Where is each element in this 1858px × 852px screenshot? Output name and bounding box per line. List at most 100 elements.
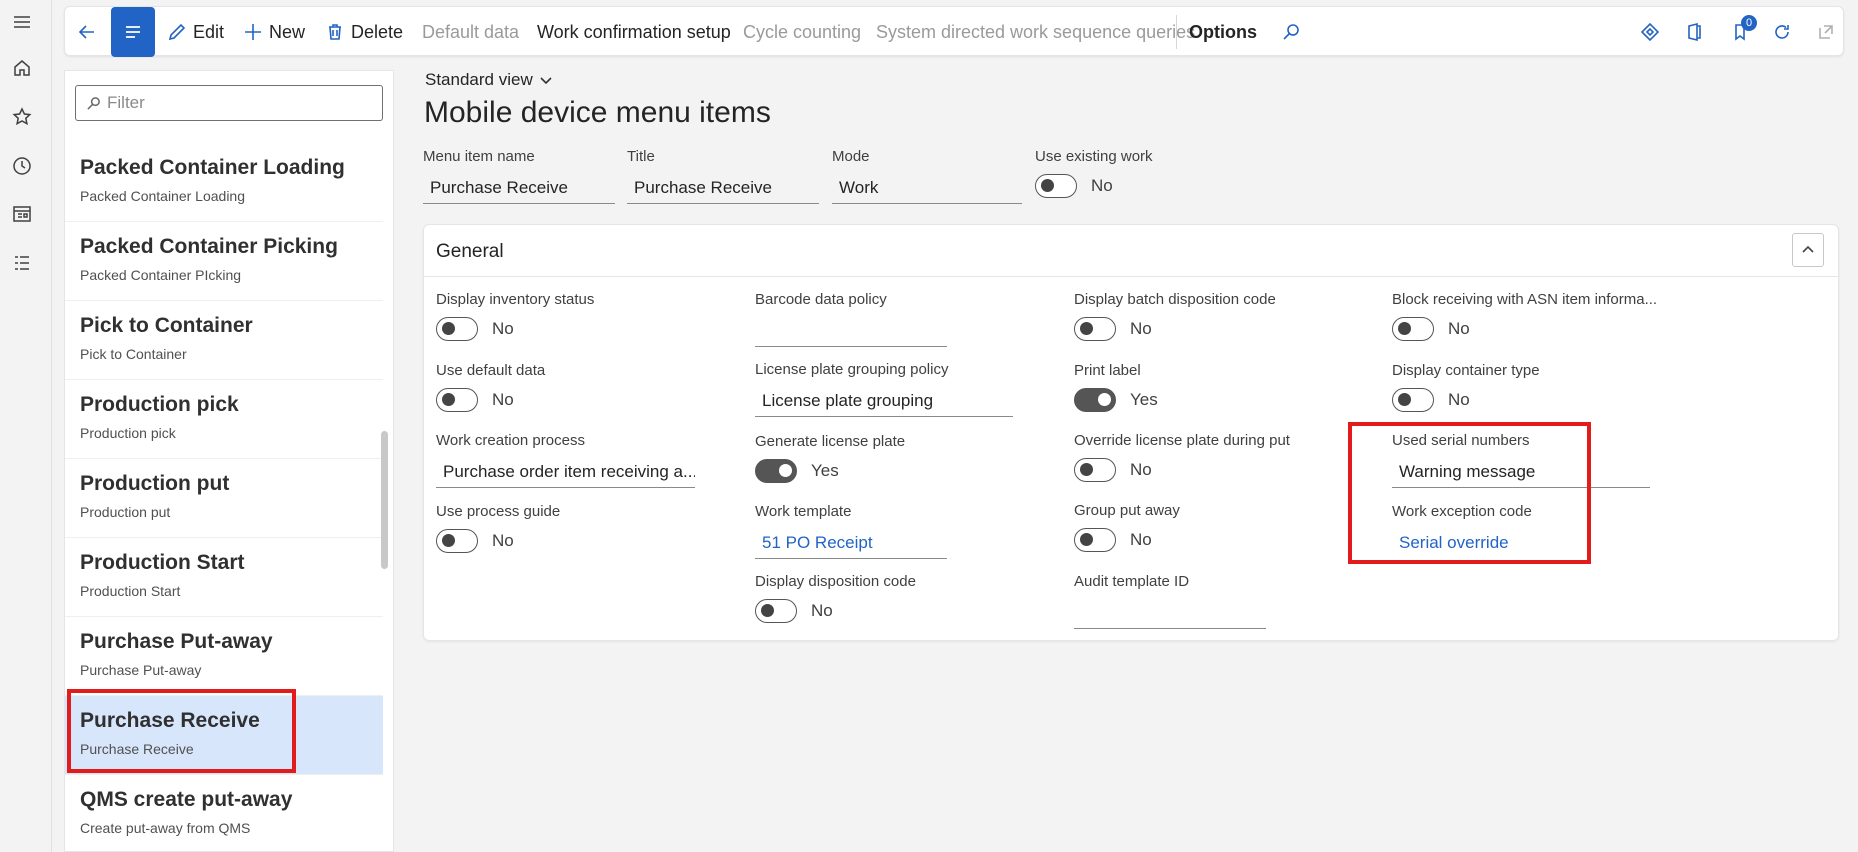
use-process-guide-field: Use process guide No bbox=[436, 503, 696, 553]
list-item[interactable]: Purchase Put-away Purchase Put-away bbox=[65, 617, 383, 696]
block-receiving-asn-toggle[interactable] bbox=[1392, 317, 1434, 341]
list-item-title: Purchase Put-away bbox=[80, 630, 273, 653]
list-item[interactable]: Packed Container Picking Packed Containe… bbox=[65, 222, 383, 301]
toggle-value: No bbox=[492, 319, 514, 338]
toggle-value: No bbox=[1130, 319, 1152, 338]
display-disposition-code-field: Display disposition code No bbox=[755, 573, 1015, 623]
display-container-type-field: Display container type No bbox=[1392, 362, 1652, 412]
home-icon[interactable] bbox=[11, 57, 33, 79]
mode-field: Mode Work bbox=[832, 148, 1022, 204]
list-item[interactable]: Production pick Production pick bbox=[65, 380, 383, 459]
default-data-button[interactable]: Default data bbox=[422, 7, 519, 57]
display-container-type-toggle[interactable] bbox=[1392, 388, 1434, 412]
options-label: Options bbox=[1189, 21, 1257, 42]
edit-button[interactable]: Edit bbox=[167, 7, 224, 57]
block-receiving-asn-field: Block receiving with ASN item informa...… bbox=[1392, 291, 1692, 341]
override-license-plate-toggle[interactable] bbox=[1074, 458, 1116, 482]
list-item[interactable]: Production put Production put bbox=[65, 459, 383, 538]
field-label: Work exception code bbox=[1392, 503, 1532, 520]
list-item-title: Packed Container Loading bbox=[80, 156, 345, 179]
delete-button[interactable]: Delete bbox=[325, 7, 403, 57]
work-exception-code-field: Work exception code Serial override bbox=[1392, 503, 1582, 559]
work-exception-code-link[interactable]: Serial override bbox=[1392, 527, 1582, 559]
license-plate-grouping-policy-field: License plate grouping policy License pl… bbox=[755, 361, 1013, 417]
list-view-button[interactable] bbox=[111, 7, 155, 57]
new-button[interactable]: New bbox=[243, 7, 305, 57]
field-label: Use existing work bbox=[1035, 148, 1153, 165]
options-tab[interactable]: Options bbox=[1189, 7, 1257, 57]
general-header[interactable]: General bbox=[424, 225, 1838, 277]
toggle-value: No bbox=[811, 601, 833, 620]
used-serial-numbers-select[interactable]: Warning message bbox=[1392, 456, 1650, 488]
list-item-subtitle: Packed Container PIcking bbox=[80, 267, 242, 283]
display-inventory-status-toggle[interactable] bbox=[436, 317, 478, 341]
open-new-window-icon[interactable] bbox=[1815, 21, 1837, 43]
work-creation-process-field: Work creation process Purchase order ite… bbox=[436, 432, 695, 488]
search-icon bbox=[87, 96, 100, 110]
cycle-counting-button[interactable]: Cycle counting bbox=[743, 7, 861, 57]
list-item-title: Purchase Receive bbox=[80, 709, 260, 732]
field-label: Block receiving with ASN item informa... bbox=[1392, 291, 1658, 308]
barcode-data-policy-field: Barcode data policy bbox=[755, 291, 947, 347]
audit-template-id-field: Audit template ID bbox=[1074, 573, 1266, 629]
back-button[interactable] bbox=[77, 7, 103, 57]
field-label: Generate license plate bbox=[755, 433, 906, 450]
star-icon[interactable] bbox=[11, 106, 33, 128]
generate-license-plate-toggle[interactable] bbox=[755, 459, 797, 483]
list-item-subtitle: Create put-away from QMS bbox=[80, 820, 251, 836]
use-default-data-toggle[interactable] bbox=[436, 388, 478, 412]
toggle-value: No bbox=[1448, 390, 1470, 409]
refresh-icon[interactable] bbox=[1771, 21, 1793, 43]
title-field: Title Purchase Receive bbox=[627, 148, 819, 204]
modules-list-icon[interactable] bbox=[11, 252, 33, 274]
display-batch-disposition-code-toggle[interactable] bbox=[1074, 317, 1116, 341]
license-plate-grouping-policy-input[interactable]: License plate grouping bbox=[755, 385, 1013, 417]
back-arrow-icon bbox=[78, 25, 94, 39]
use-process-guide-toggle[interactable] bbox=[436, 529, 478, 553]
use-existing-work-field: Use existing work No bbox=[1035, 148, 1235, 198]
recent-clock-icon[interactable] bbox=[11, 155, 33, 177]
work-confirmation-setup-button[interactable]: Work confirmation setup bbox=[537, 7, 731, 57]
toggle-value: Yes bbox=[1130, 390, 1158, 409]
used-serial-numbers-field: Used serial numbers Warning message bbox=[1392, 432, 1650, 488]
use-existing-work-toggle[interactable] bbox=[1035, 174, 1077, 198]
title-input[interactable]: Purchase Receive bbox=[627, 172, 819, 204]
system-directed-button[interactable]: System directed work sequence queries bbox=[876, 7, 1195, 57]
mode-select[interactable]: Work bbox=[832, 172, 1022, 204]
trash-icon bbox=[329, 24, 341, 40]
view-selector[interactable]: Standard view bbox=[425, 70, 553, 90]
hamburger-menu-icon[interactable] bbox=[11, 11, 33, 33]
list-item-title: Packed Container Picking bbox=[80, 235, 338, 258]
audit-template-id-input[interactable] bbox=[1074, 597, 1266, 629]
workspaces-icon[interactable] bbox=[11, 203, 33, 225]
list-item[interactable]: Production Start Production Start bbox=[65, 538, 383, 617]
collapse-button[interactable] bbox=[1792, 233, 1824, 267]
list-item[interactable]: Packed Container Loading Packed Containe… bbox=[65, 143, 383, 222]
field-label: Print label bbox=[1074, 362, 1141, 379]
print-label-toggle[interactable] bbox=[1074, 388, 1116, 412]
barcode-data-policy-input[interactable] bbox=[755, 315, 947, 347]
list-item-selected[interactable]: Purchase Receive Purchase Receive bbox=[65, 696, 383, 775]
list-item-title: Pick to Container bbox=[80, 314, 253, 337]
work-template-link[interactable]: 51 PO Receipt bbox=[755, 527, 947, 559]
filter-input[interactable] bbox=[107, 93, 367, 113]
field-label: Use process guide bbox=[436, 503, 561, 520]
list-item[interactable]: QMS create put-away Create put-away from… bbox=[65, 775, 383, 852]
list-item-subtitle: Pick to Container bbox=[80, 346, 187, 362]
menu-item-name-input[interactable]: Purchase Receive bbox=[423, 172, 615, 204]
group-put-away-toggle[interactable] bbox=[1074, 528, 1116, 552]
list-item-subtitle: Purchase Receive bbox=[80, 741, 194, 757]
field-label: Work creation process bbox=[436, 432, 585, 449]
work-creation-process-select[interactable]: Purchase order item receiving a... bbox=[436, 456, 695, 488]
list-item[interactable]: Pick to Container Pick to Container bbox=[65, 301, 383, 380]
menu-items-list: Packed Container Loading Packed Containe… bbox=[65, 143, 383, 852]
field-label: License plate grouping policy bbox=[755, 361, 949, 378]
search-button[interactable] bbox=[1281, 7, 1307, 57]
display-disposition-code-toggle[interactable] bbox=[755, 599, 797, 623]
diamond-icon[interactable] bbox=[1639, 21, 1661, 43]
field-label: Display container type bbox=[1392, 362, 1540, 379]
office-icon[interactable] bbox=[1683, 21, 1705, 43]
notifications-icon[interactable]: 0 bbox=[1729, 15, 1757, 43]
view-label: Standard view bbox=[425, 70, 533, 89]
list-scrollbar[interactable] bbox=[381, 431, 388, 569]
